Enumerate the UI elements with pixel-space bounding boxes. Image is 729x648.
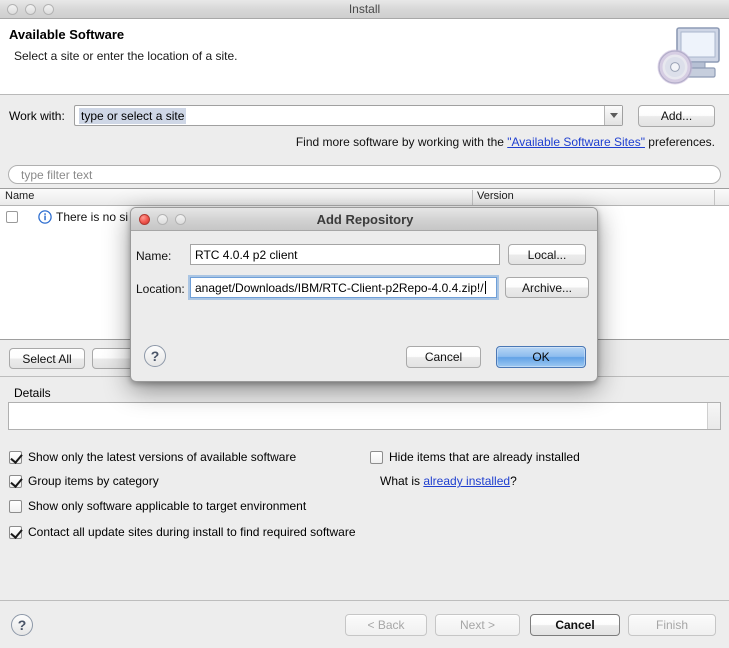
work-with-label: Work with:	[9, 109, 65, 123]
filter-input[interactable]: type filter text	[8, 165, 721, 184]
row-checkbox[interactable]	[6, 211, 18, 223]
option-show-latest-versions[interactable]: Show only the latest versions of availab…	[9, 450, 296, 464]
repository-location-value: anaget/Downloads/IBM/RTC-Client-p2Repo-4…	[195, 280, 484, 295]
chevron-down-icon[interactable]	[604, 106, 622, 125]
dialog-help-button[interactable]: ?	[144, 345, 166, 367]
already-installed-link[interactable]: already installed	[423, 474, 510, 488]
find-more-prefix: Find more software by working with the	[295, 135, 508, 149]
find-more-suffix: preferences.	[644, 135, 715, 149]
option-target-environment[interactable]: Show only software applicable to target …	[9, 499, 306, 513]
help-button[interactable]: ?	[11, 614, 33, 636]
checkbox-icon[interactable]	[9, 474, 22, 488]
cancel-button[interactable]: Cancel	[530, 614, 620, 636]
window-title: Install	[348, 2, 381, 16]
option-group-by-category[interactable]: Group items by category	[9, 474, 159, 488]
details-label: Details	[14, 386, 51, 400]
checkbox-icon[interactable]	[9, 525, 22, 539]
row-name: There is no si	[56, 210, 129, 224]
dialog-cancel-button[interactable]: Cancel	[406, 346, 481, 368]
work-with-combo[interactable]: type or select a site	[74, 105, 623, 126]
details-scrollbar[interactable]	[707, 403, 720, 429]
table-header: Name Version	[0, 189, 729, 206]
details-text-area[interactable]	[8, 402, 721, 430]
select-all-button[interactable]: Select All	[9, 348, 85, 369]
dialog-name-label: Name:	[136, 249, 172, 263]
what-is-already-installed-text: What is already installed?	[380, 474, 517, 488]
option-label: Hide items that are already installed	[389, 450, 580, 464]
option-label: Group items by category	[28, 474, 159, 488]
filter-placeholder: type filter text	[21, 168, 93, 182]
option-label: Show only software applicable to target …	[28, 499, 307, 513]
column-divider[interactable]	[472, 190, 473, 205]
option-label: Contact all update sites during install …	[28, 525, 356, 539]
computer-disc-icon	[657, 27, 720, 85]
repository-name-value: RTC 4.0.4 p2 client	[195, 247, 298, 262]
next-button[interactable]: Next >	[435, 614, 520, 636]
back-button[interactable]: < Back	[345, 614, 427, 636]
checkbox-icon[interactable]	[9, 450, 22, 464]
checkbox-icon[interactable]	[370, 450, 383, 464]
what-is-suffix: ?	[510, 474, 517, 488]
column-divider[interactable]	[714, 190, 715, 205]
window-titlebar: Install	[0, 0, 729, 19]
info-icon	[38, 210, 52, 224]
what-is-prefix: What is	[380, 474, 424, 488]
install-wizard-window: Install Available Software Select a site…	[0, 0, 729, 648]
page-title: Available Software	[9, 27, 125, 42]
option-label: Show only the latest versions of availab…	[28, 450, 297, 464]
repository-location-input[interactable]: anaget/Downloads/IBM/RTC-Client-p2Repo-4…	[190, 277, 497, 298]
archive-button[interactable]: Archive...	[505, 277, 589, 298]
finish-button[interactable]: Finish	[628, 614, 716, 636]
column-header-version[interactable]: Version	[477, 190, 514, 202]
dialog-location-label: Location:	[136, 282, 185, 296]
dialog-titlebar: Add Repository	[131, 208, 597, 231]
wizard-banner: Available Software Select a site or ente…	[0, 19, 729, 95]
available-software-sites-link[interactable]: "Available Software Sites"	[507, 135, 645, 149]
text-cursor	[484, 281, 486, 294]
local-button[interactable]: Local...	[508, 244, 586, 265]
dialog-title: Add Repository	[316, 212, 414, 227]
dialog-ok-button[interactable]: OK	[496, 346, 586, 368]
option-hide-installed-items[interactable]: Hide items that are already installed	[370, 450, 580, 464]
option-contact-update-sites[interactable]: Contact all update sites during install …	[9, 525, 356, 539]
find-more-software-text: Find more software by working with the "…	[296, 135, 715, 149]
add-button[interactable]: Add...	[638, 105, 715, 127]
column-header-name[interactable]: Name	[5, 190, 34, 202]
repository-name-input[interactable]: RTC 4.0.4 p2 client	[190, 244, 500, 265]
work-with-value[interactable]: type or select a site	[79, 107, 187, 124]
page-subtitle: Select a site or enter the location of a…	[14, 49, 238, 63]
checkbox-icon[interactable]	[9, 499, 22, 513]
